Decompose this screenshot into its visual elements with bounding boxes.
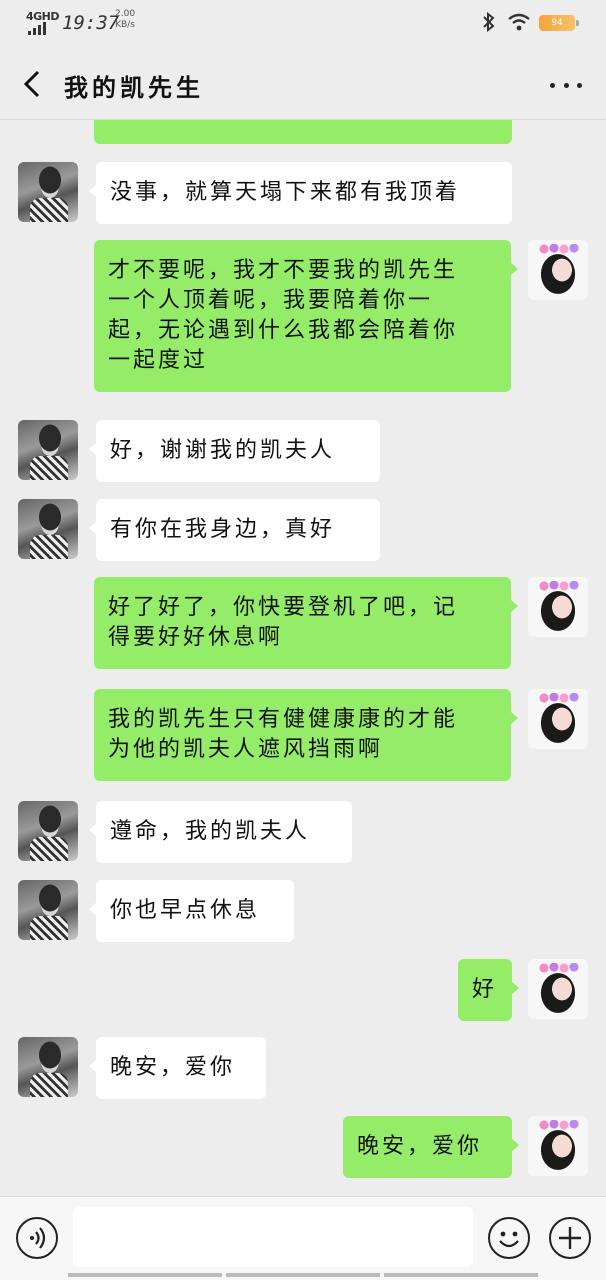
- message-line: 得要好好休息啊: [108, 625, 284, 650]
- more-button[interactable]: [546, 70, 586, 100]
- voice-button[interactable]: [16, 1217, 58, 1259]
- status-bar: 4GHD 19:37 2.00 KB/s 94: [0, 0, 606, 48]
- more-actions-button[interactable]: [549, 1217, 591, 1259]
- avatar[interactable]: [18, 162, 78, 222]
- signal-icon: [28, 22, 46, 35]
- message-bubble[interactable]: 有你在我身边，真好: [89, 499, 380, 561]
- message-bubble[interactable]: 晚安，爱你: [89, 1037, 266, 1099]
- voice-icon: [30, 1227, 46, 1249]
- message-bubble[interactable]: 我的凯先生只有健健康康的才能 为他的凯夫人遮风挡雨啊: [94, 689, 518, 781]
- message-line: 一个人顶着呢，我要陪着你一: [108, 288, 434, 313]
- wifi-icon: [507, 13, 531, 35]
- more-dots-icon: [550, 82, 555, 88]
- chat-title: 我的凯先生: [64, 74, 204, 102]
- bluetooth-icon: [482, 11, 496, 36]
- chat-header: 我的凯先生: [0, 48, 606, 120]
- message-bubble[interactable]: 你也早点休息: [89, 880, 294, 942]
- avatar[interactable]: [18, 801, 78, 861]
- message-bubble[interactable]: 没事，就算天塌下来都有我顶着: [89, 162, 512, 224]
- avatar[interactable]: [18, 499, 78, 559]
- battery-icon: 94: [539, 15, 579, 31]
- avatar[interactable]: [18, 1037, 78, 1097]
- input-bar: [0, 1196, 606, 1280]
- emoji-icon: [499, 1231, 519, 1248]
- message-line: 才不要呢，我才不要我的凯先生: [108, 258, 459, 283]
- partial-message-bubble: [94, 120, 512, 144]
- message-bubble[interactable]: 好: [458, 959, 519, 1021]
- message-bubble[interactable]: 才不要呢，我才不要我的凯先生 一个人顶着呢，我要陪着你一 起，无论遇到什么我都会…: [94, 240, 518, 392]
- message-bubble[interactable]: 晚安，爱你: [343, 1116, 519, 1178]
- avatar[interactable]: [528, 689, 588, 749]
- clock: 19:37: [62, 12, 120, 34]
- plus-icon: [559, 1227, 581, 1249]
- message-list[interactable]: 没事，就算天塌下来都有我顶着 才不要呢，我才不要我的凯先生 一个人顶着呢，我要陪…: [0, 120, 606, 1196]
- message-line: 我的凯先生只有健健康康的才能: [108, 707, 459, 732]
- message-bubble[interactable]: 好，谢谢我的凯夫人: [89, 420, 380, 482]
- back-button[interactable]: [18, 68, 48, 100]
- chevron-left-icon: [23, 70, 40, 98]
- emoji-button[interactable]: [488, 1217, 530, 1259]
- home-indicator: [68, 1273, 538, 1277]
- avatar[interactable]: [528, 1116, 588, 1176]
- message-input[interactable]: [73, 1207, 473, 1267]
- message-line: 一起度过: [108, 348, 209, 373]
- avatar[interactable]: [528, 959, 588, 1019]
- avatar[interactable]: [18, 880, 78, 940]
- network-speed: 2.00 KB/s: [115, 9, 135, 31]
- message-line: 好了好了，你快要登机了吧，记: [108, 595, 459, 620]
- speed-unit: KB/s: [115, 20, 135, 30]
- avatar[interactable]: [528, 240, 588, 300]
- message-line: 为他的凯夫人遮风挡雨啊: [108, 737, 384, 762]
- message-bubble[interactable]: 好了好了，你快要登机了吧，记 得要好好休息啊: [94, 577, 518, 669]
- message-bubble[interactable]: 遵命，我的凯夫人: [89, 801, 352, 863]
- avatar[interactable]: [18, 420, 78, 480]
- message-line: 起，无论遇到什么我都会陪着你: [108, 318, 459, 343]
- avatar[interactable]: [528, 577, 588, 637]
- speed-value: 2.00: [115, 9, 136, 19]
